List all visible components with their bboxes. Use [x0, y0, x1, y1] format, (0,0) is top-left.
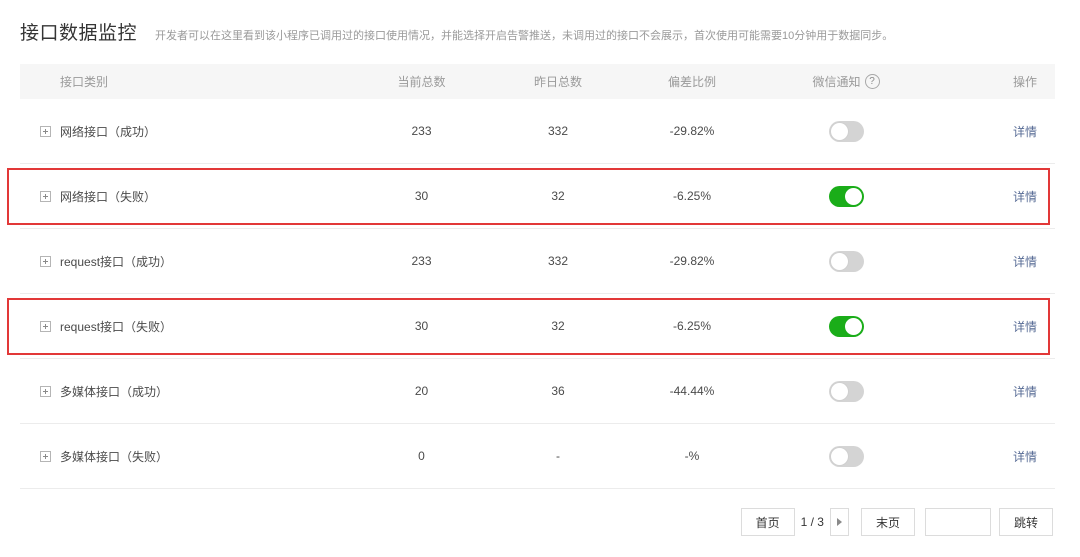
- expand-plus-icon[interactable]: [40, 125, 51, 137]
- page-header: 接口数据监控 开发者可以在这里看到该小程序已调用过的接口使用情况，并能选择开启告…: [20, 18, 893, 45]
- row-yesterday-total: 36: [551, 384, 565, 398]
- row-current-total: 30: [414, 189, 429, 203]
- row-op-cell: 详情: [941, 318, 1055, 335]
- detail-link[interactable]: 详情: [1013, 125, 1037, 139]
- row-yesterday-total: 332: [547, 124, 569, 138]
- column-header-op: 操作: [1012, 75, 1037, 89]
- row-op-cell: 详情: [941, 253, 1055, 270]
- notify-toggle[interactable]: [828, 445, 864, 467]
- row-current-total: 0: [418, 449, 425, 463]
- row-name-cell: 多媒体接口（失败）: [20, 448, 360, 465]
- expand-plus-icon[interactable]: [40, 385, 51, 397]
- help-icon[interactable]: ?: [864, 74, 880, 89]
- row-notify-cell: [751, 380, 941, 402]
- detail-link[interactable]: 详情: [1013, 385, 1037, 399]
- detail-link[interactable]: 详情: [1013, 255, 1037, 269]
- row-notify-cell: [751, 315, 941, 337]
- table-body: 网络接口（成功） 233 332 -29.82% 详情 网络接口（失败） 30 32 -6.25…: [7, 99, 1055, 489]
- next-page-button[interactable]: [829, 508, 849, 536]
- table-row: 网络接口（成功） 233 332 -29.82% 详情: [20, 99, 1055, 164]
- detail-link[interactable]: 详情: [1013, 190, 1037, 204]
- row-deviation: -44.44%: [669, 384, 715, 398]
- table-row: 多媒体接口（成功） 20 36 -44.44% 详情: [20, 359, 1055, 424]
- row-notify-cell: [751, 185, 941, 207]
- row-name: request接口（成功）: [60, 254, 173, 269]
- row-name-cell: 网络接口（成功）: [20, 123, 360, 140]
- row-deviation: -%: [684, 449, 700, 463]
- detail-link[interactable]: 详情: [1013, 450, 1037, 464]
- toggle-knob: [830, 122, 848, 140]
- row-name-cell: request接口（成功）: [20, 253, 360, 270]
- row-current-total: 20: [414, 384, 429, 398]
- expand-plus-icon[interactable]: [40, 450, 51, 462]
- toggle-knob: [830, 447, 848, 465]
- row-name: 多媒体接口（失败）: [60, 449, 169, 464]
- column-header-deviation: 偏差比例: [667, 75, 716, 89]
- page-description: 开发者可以在这里看到该小程序已调用过的接口使用情况，并能选择开启告警推送，未调用…: [155, 30, 894, 42]
- table-row: 多媒体接口（失败） 0 - -% 详情: [20, 424, 1055, 489]
- toggle-knob: [844, 187, 862, 205]
- expand-plus-icon[interactable]: [40, 320, 51, 332]
- page-indicator: 1 / 3: [800, 515, 824, 529]
- column-header-notify: 微信通知 ?: [751, 73, 941, 90]
- row-name: 多媒体接口（成功）: [60, 384, 169, 399]
- row-op-cell: 详情: [941, 383, 1055, 400]
- detail-link[interactable]: 详情: [1013, 320, 1037, 334]
- jump-page-input[interactable]: [924, 508, 991, 536]
- table-header: 接口类别 当前总数 昨日总数 偏差比例 微信通知 ? 操作: [20, 64, 1055, 99]
- row-yesterday-total: 32: [551, 189, 565, 203]
- notify-toggle[interactable]: [828, 185, 864, 207]
- toggle-knob: [830, 382, 848, 400]
- row-current-total: 30: [414, 319, 429, 333]
- row-notify-cell: [751, 445, 941, 467]
- page-title: 接口数据监控: [20, 23, 138, 44]
- notify-toggle[interactable]: [828, 315, 864, 337]
- row-name: request接口（失败）: [60, 319, 173, 334]
- column-header-current: 当前总数: [397, 75, 446, 89]
- row-deviation: -29.82%: [669, 124, 715, 138]
- api-monitor-table: 接口类别 当前总数 昨日总数 偏差比例 微信通知 ? 操作 网络接口（成功） 23…: [7, 64, 1055, 489]
- expand-plus-icon[interactable]: [40, 255, 51, 267]
- row-deviation: -29.82%: [669, 254, 715, 268]
- column-header-yesterday: 昨日总数: [533, 75, 582, 89]
- toggle-knob: [830, 252, 848, 270]
- table-row: 网络接口（失败） 30 32 -6.25% 详情: [7, 164, 1055, 229]
- expand-plus-icon[interactable]: [40, 190, 51, 202]
- row-deviation: -6.25%: [672, 319, 712, 333]
- column-header-name: 接口类别: [60, 75, 109, 89]
- last-page-button[interactable]: 末页: [860, 508, 915, 536]
- jump-button[interactable]: 跳转: [998, 508, 1053, 536]
- table-row: request接口（成功） 233 332 -29.82% 详情: [20, 229, 1055, 294]
- row-op-cell: 详情: [941, 123, 1055, 140]
- row-yesterday-total: -: [556, 449, 560, 463]
- row-name-cell: 多媒体接口（成功）: [20, 383, 360, 400]
- row-op-cell: 详情: [941, 188, 1055, 205]
- row-name-cell: 网络接口（失败）: [20, 188, 360, 205]
- row-yesterday-total: 332: [547, 254, 569, 268]
- notify-toggle[interactable]: [828, 250, 864, 272]
- row-op-cell: 详情: [941, 448, 1055, 465]
- column-header-notify-label: 微信通知: [812, 75, 861, 89]
- notify-toggle[interactable]: [828, 120, 864, 142]
- triangle-right-icon: [836, 518, 842, 526]
- toggle-knob: [844, 317, 862, 335]
- row-current-total: 233: [411, 254, 432, 268]
- row-name-cell: request接口（失败）: [20, 318, 360, 335]
- row-deviation: -6.25%: [672, 189, 712, 203]
- notify-toggle[interactable]: [828, 380, 864, 402]
- row-yesterday-total: 32: [551, 319, 565, 333]
- pagination: 首页 1 / 3 末页 跳转: [740, 508, 1053, 536]
- row-notify-cell: [751, 250, 941, 272]
- row-name: 网络接口（成功）: [60, 124, 157, 139]
- first-page-button[interactable]: 首页: [740, 508, 795, 536]
- row-name: 网络接口（失败）: [60, 189, 157, 204]
- row-notify-cell: [751, 120, 941, 142]
- row-current-total: 233: [411, 124, 432, 138]
- table-row: request接口（失败） 30 32 -6.25% 详情: [7, 294, 1055, 359]
